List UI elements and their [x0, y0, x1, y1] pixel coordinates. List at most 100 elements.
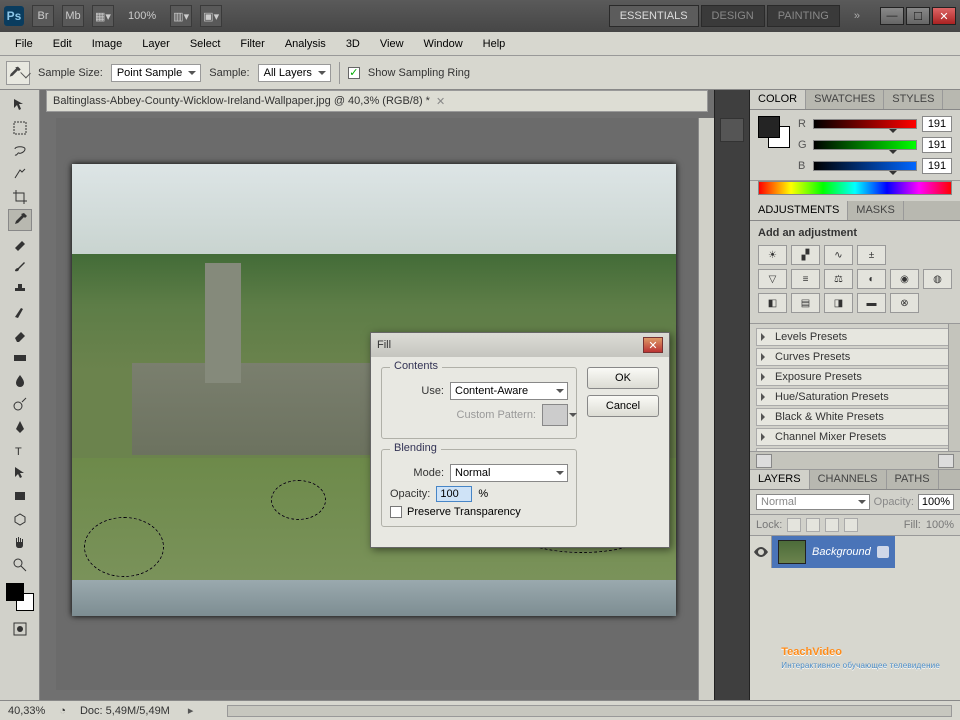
adj-footer-btn[interactable] — [938, 454, 954, 468]
layer-background[interactable]: Background — [772, 536, 895, 568]
mode-dropdown[interactable]: Normal — [450, 464, 568, 482]
r-slider[interactable] — [813, 119, 917, 129]
slider-thumb-icon[interactable] — [889, 150, 897, 158]
horizontal-scrollbar[interactable] — [227, 705, 952, 717]
opacity-input[interactable]: 100 — [436, 486, 472, 502]
quick-select-tool[interactable] — [8, 163, 32, 185]
preset-channelmix[interactable]: Channel Mixer Presets — [756, 428, 954, 446]
menu-layer[interactable]: Layer — [133, 35, 179, 53]
color-fg-bg-swatches[interactable] — [758, 116, 790, 148]
layer-visibility-toggle[interactable] — [750, 536, 772, 568]
status-menu-icon[interactable]: ▸ — [188, 704, 194, 717]
tab-paths[interactable]: PATHS — [887, 470, 939, 489]
workspace-painting[interactable]: PAINTING — [767, 5, 840, 27]
shape-tool[interactable] — [8, 485, 32, 507]
lasso-tool[interactable] — [8, 140, 32, 162]
document-tab-close-icon[interactable]: ✕ — [436, 95, 445, 108]
pen-tool[interactable] — [8, 416, 32, 438]
threshold-icon[interactable]: ◨ — [824, 293, 853, 313]
history-brush-tool[interactable] — [8, 301, 32, 323]
hand-tool[interactable] — [8, 531, 32, 553]
posterize-icon[interactable]: ▤ — [791, 293, 820, 313]
gradient-tool[interactable] — [8, 347, 32, 369]
ok-button[interactable]: OK — [587, 367, 659, 389]
tab-channels[interactable]: CHANNELS — [810, 470, 887, 489]
menu-image[interactable]: Image — [83, 35, 132, 53]
tab-layers[interactable]: LAYERS — [750, 470, 810, 489]
menu-file[interactable]: File — [6, 35, 42, 53]
current-tool-icon[interactable] — [6, 61, 30, 85]
cancel-button[interactable]: Cancel — [587, 395, 659, 417]
foreground-color-swatch[interactable] — [6, 583, 24, 601]
g-slider[interactable] — [813, 140, 917, 150]
dodge-tool[interactable] — [8, 393, 32, 415]
titlebar-zoom[interactable]: 100% — [122, 10, 162, 22]
gradient-map-icon[interactable]: ▬ — [857, 293, 886, 313]
workspace-design[interactable]: DESIGN — [701, 5, 765, 27]
black-white-icon[interactable]: ◐ — [857, 269, 886, 289]
sample-size-dropdown[interactable]: Point Sample — [111, 64, 201, 82]
workspace-essentials[interactable]: ESSENTIALS — [609, 5, 699, 27]
foreground-background-colors[interactable] — [6, 583, 34, 611]
maximize-button[interactable]: ☐ — [906, 7, 930, 25]
sample-dropdown[interactable]: All Layers — [258, 64, 331, 82]
view-extras-icon[interactable]: ▦▾ — [92, 5, 114, 27]
document-tab[interactable]: Baltinglass-Abbey-County-Wicklow-Ireland… — [46, 90, 708, 112]
tab-styles[interactable]: STYLES — [884, 90, 943, 109]
dialog-close-button[interactable]: ✕ — [643, 337, 663, 353]
menu-filter[interactable]: Filter — [231, 35, 273, 53]
crop-tool[interactable] — [8, 186, 32, 208]
launch-minibridge-icon[interactable]: Mb — [62, 5, 84, 27]
menu-3d[interactable]: 3D — [337, 35, 369, 53]
arrange-documents-icon[interactable]: ▥▾ — [170, 5, 192, 27]
status-docinfo[interactable]: Doc: 5,49M/5,49M — [80, 705, 170, 717]
marquee-tool[interactable] — [8, 117, 32, 139]
adj-footer-btn[interactable] — [756, 454, 772, 468]
vibrance-icon[interactable]: ▽ — [758, 269, 787, 289]
menu-edit[interactable]: Edit — [44, 35, 81, 53]
menu-help[interactable]: Help — [474, 35, 515, 53]
minimize-button[interactable]: — — [880, 7, 904, 25]
slider-thumb-icon[interactable] — [889, 129, 897, 137]
preset-exposure[interactable]: Exposure Presets — [756, 368, 954, 386]
tab-adjustments[interactable]: ADJUSTMENTS — [750, 201, 848, 220]
color-spectrum[interactable] — [758, 181, 952, 195]
lock-transparency-icon[interactable] — [787, 518, 801, 532]
lock-pixels-icon[interactable] — [806, 518, 820, 532]
blur-tool[interactable] — [8, 370, 32, 392]
menu-window[interactable]: Window — [415, 35, 472, 53]
g-value[interactable]: 191 — [922, 137, 952, 153]
preset-huesat[interactable]: Hue/Saturation Presets — [756, 388, 954, 406]
color-balance-icon[interactable]: ⚖ — [824, 269, 853, 289]
blend-mode-dropdown[interactable]: Normal — [756, 494, 870, 510]
presets-scrollbar[interactable] — [948, 324, 960, 451]
preserve-transparency-checkbox[interactable] — [390, 506, 402, 518]
stamp-tool[interactable] — [8, 278, 32, 300]
menu-view[interactable]: View — [371, 35, 413, 53]
lock-position-icon[interactable] — [825, 518, 839, 532]
zoom-tool[interactable] — [8, 554, 32, 576]
r-value[interactable]: 191 — [922, 116, 952, 132]
layer-opacity-value[interactable]: 100% — [918, 494, 954, 510]
vertical-scrollbar[interactable] — [698, 118, 714, 700]
brightness-contrast-icon[interactable]: ☀ — [758, 245, 787, 265]
healing-brush-tool[interactable] — [8, 232, 32, 254]
lock-all-icon[interactable] — [844, 518, 858, 532]
exposure-icon[interactable]: ± — [857, 245, 886, 265]
close-button[interactable]: ✕ — [932, 7, 956, 25]
screen-mode-icon[interactable]: ▣▾ — [200, 5, 222, 27]
channel-mixer-icon[interactable]: ◍ — [923, 269, 952, 289]
tab-color[interactable]: COLOR — [750, 90, 806, 109]
preset-selcolor[interactable]: Selective Color Presets — [756, 448, 954, 452]
status-doc-icon[interactable]: ◔ — [59, 705, 66, 717]
workspace-more-icon[interactable]: » — [848, 10, 866, 22]
photo-filter-icon[interactable]: ◉ — [890, 269, 919, 289]
levels-icon[interactable]: ▞ — [791, 245, 820, 265]
hue-sat-icon[interactable]: ≡ — [791, 269, 820, 289]
path-select-tool[interactable] — [8, 462, 32, 484]
menu-analysis[interactable]: Analysis — [276, 35, 335, 53]
tab-swatches[interactable]: SWATCHES — [806, 90, 884, 109]
preset-bw[interactable]: Black & White Presets — [756, 408, 954, 426]
panel-fg-swatch[interactable] — [758, 116, 780, 138]
eraser-tool[interactable] — [8, 324, 32, 346]
